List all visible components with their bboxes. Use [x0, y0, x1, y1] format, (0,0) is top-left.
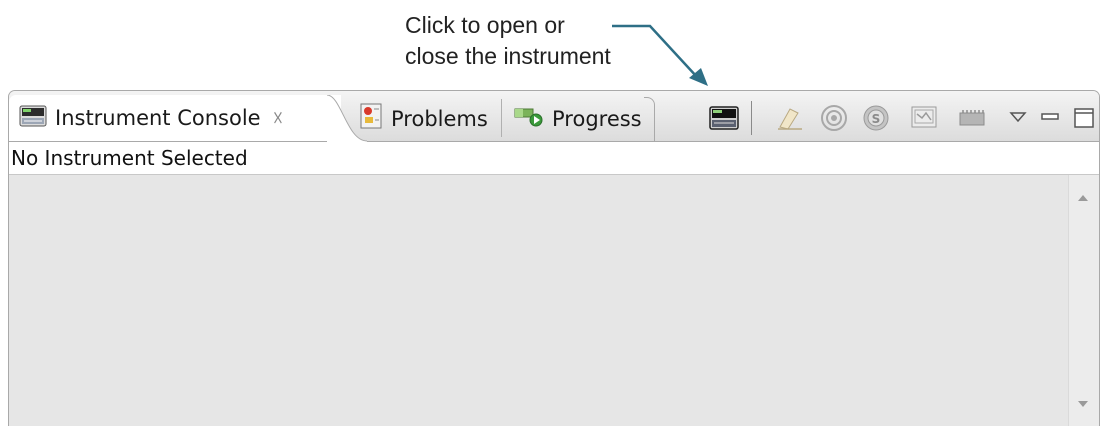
close-tab-icon[interactable]: ☓: [273, 106, 284, 130]
clear-console-icon[interactable]: [775, 103, 805, 133]
tab-problems[interactable]: Problems: [359, 96, 488, 141]
view-tab-bar: Instrument Console ☓ Problems Progress S: [9, 91, 1099, 142]
tab-instrument-console-label: Instrument Console: [55, 106, 261, 130]
instrument-toggle-icon[interactable]: [709, 103, 739, 133]
display-icon[interactable]: [909, 103, 939, 133]
tab-problems-label: Problems: [391, 106, 488, 131]
minimize-icon[interactable]: [1035, 103, 1065, 133]
vertical-scrollbar[interactable]: [1068, 175, 1099, 426]
problems-icon: [359, 103, 383, 134]
instrument-console-icon: [19, 105, 47, 132]
console-output-area[interactable]: [9, 175, 1099, 426]
scroll-down-arrow-icon[interactable]: [1078, 401, 1088, 407]
stop-icon[interactable]: S: [861, 103, 891, 133]
tab-progress[interactable]: Progress: [514, 96, 642, 141]
tab-edge: [644, 97, 655, 142]
toolbar-separator: [751, 101, 752, 135]
maximize-icon[interactable]: [1069, 103, 1099, 133]
progress-icon: [514, 105, 544, 132]
svg-text:S: S: [872, 112, 881, 126]
connect-icon[interactable]: [819, 103, 849, 133]
instrument-status-line: No Instrument Selected: [9, 142, 1099, 175]
view-menu-icon[interactable]: [1003, 103, 1033, 133]
tab-divider: [501, 99, 502, 137]
tab-progress-label: Progress: [552, 106, 642, 131]
scroll-up-arrow-icon[interactable]: [1078, 195, 1088, 201]
annotation-line-1: Click to open or: [405, 12, 565, 38]
annotation-callout: Click to open or close the instrument: [405, 10, 611, 72]
annotation-line-2: close the instrument: [405, 43, 611, 69]
tab-instrument-console[interactable]: Instrument Console ☓: [9, 95, 341, 141]
memory-icon[interactable]: [957, 103, 987, 133]
instrument-console-view: Instrument Console ☓ Problems Progress S…: [8, 90, 1100, 426]
